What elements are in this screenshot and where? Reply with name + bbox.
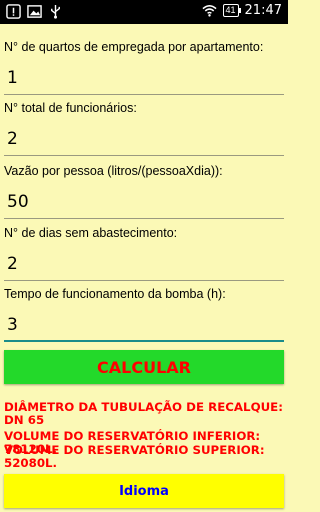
total-staff-underline — [4, 155, 284, 156]
warning-icon — [6, 4, 21, 19]
pump-runtime-input[interactable]: 3 — [4, 310, 284, 340]
calculate-button[interactable]: CALCULAR — [4, 350, 284, 384]
maid-rooms-input[interactable]: 1 — [4, 63, 284, 93]
wifi-icon — [201, 5, 217, 17]
status-left-icons — [6, 4, 63, 19]
field-label-pump-runtime: Tempo de funcionamento da bomba (h): — [4, 287, 226, 301]
field-label-flow-per-person: Vazão por pessoa (litros/(pessoaXdia)): — [4, 164, 223, 178]
field-label-maid-rooms: N° de quartos de empregada por apartamen… — [4, 40, 264, 54]
clock: 21:47 — [244, 3, 282, 18]
usb-icon — [51, 4, 60, 19]
pump-runtime-underline — [4, 340, 284, 342]
field-label-days-without-supply: N° de dias sem abastecimento: — [4, 226, 178, 240]
flow-per-person-input[interactable]: 50 — [4, 187, 284, 217]
maid-rooms-underline — [4, 94, 284, 95]
days-without-supply-underline — [4, 280, 284, 281]
language-button[interactable]: Idioma — [4, 474, 284, 508]
status-right-icons: 41 21:47 — [201, 3, 282, 18]
result-pipe-diameter: DIÂMETRO DA TUBULAÇÃO DE RECALQUE: DN 65 — [4, 400, 283, 427]
battery-icon: 41 — [222, 4, 241, 17]
result-upper-reservoir: VOLUME DO RESERVATÓRIO SUPERIOR: 52080L. — [4, 443, 265, 470]
days-without-supply-input[interactable]: 2 — [4, 249, 284, 279]
flow-per-person-underline — [4, 218, 284, 219]
total-staff-input[interactable]: 2 — [4, 124, 284, 154]
field-label-total-staff: N° total de funcionários: — [4, 101, 137, 115]
status-bar: 41 21:47 — [0, 0, 288, 24]
image-icon — [27, 5, 42, 18]
